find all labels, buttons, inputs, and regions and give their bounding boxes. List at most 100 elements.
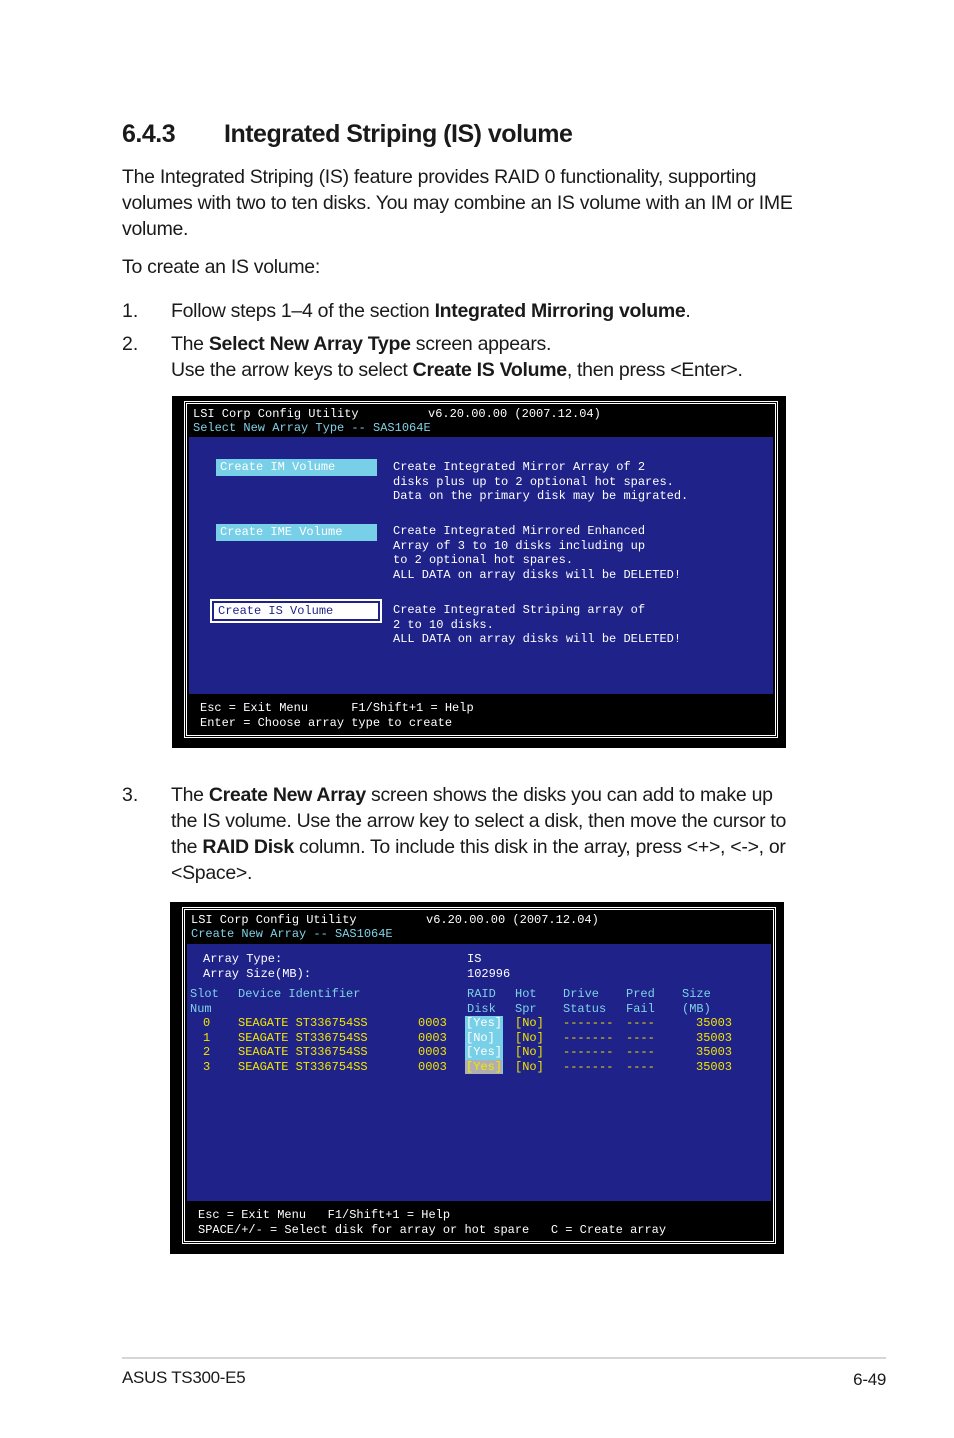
help-line-1: Esc = Exit Menu F1/Shift+1 = Help [198,1208,451,1222]
slot-num: 2 [203,1045,211,1059]
device-identifier: SEAGATE ST336754SS [238,1059,368,1074]
drive-status: ------- [563,1045,614,1059]
col-raid-1: RAID [467,987,496,1001]
col-drive-1: Drive [563,987,600,1001]
footer-page-number: 6-49 [853,1370,886,1389]
slot-num: 0 [203,1016,211,1030]
step-3-line-2: the IS volume. Use the arrow key to sele… [171,810,787,832]
footer-rule [122,1357,886,1359]
col-size-2: (MB) [682,1001,711,1016]
array-type-value: IS [467,952,482,966]
hot-spare-toggle[interactable]: [No] [515,1031,544,1046]
step-3-number: 3. [122,784,139,806]
step-2-l1-pre: The [171,333,209,355]
slot-num: 3 [203,1059,211,1074]
device-revision: 0003 [418,1030,447,1045]
col-pred-2: Fail [626,1001,655,1016]
drive-status: ------- [563,1059,614,1074]
device-identifier: SEAGATE ST336754SS [238,1045,368,1059]
device-identifier: SEAGATE ST336754SS [238,1016,368,1030]
help-line-2: SPACE/+/- = Select disk for array or hot… [198,1222,667,1237]
intro-lead: To create an IS volume: [122,256,320,278]
col-device: Device Identifier [238,987,361,1001]
step-3-l1-post: screen shows the disks you can add to ma… [365,784,773,806]
col-slot-1: Slot [190,987,219,1001]
step-3-l3-pre: the [171,836,203,858]
help-line-1: Esc = Exit Menu F1/Shift+1 = Help [200,701,474,715]
device-revision: 0003 [418,1016,447,1030]
step-2-line-1: The Select New Array Type screen appears… [171,331,551,357]
section-number: 6.4.3 [122,120,176,148]
drive-status: ------- [563,1016,614,1030]
screenshot-create-new-array: LSI Corp Config Utility v6.20.00.00 (200… [170,902,784,1254]
pred-fail: ---- [626,1059,655,1074]
im-desc-1: Create Integrated Mirror Array of 2 [393,460,646,474]
app-version: v6.20.00.00 (2007.12.04) [426,913,599,927]
hot-spare-toggle[interactable]: [No] [515,1045,544,1060]
is-desc-1: Create Integrated Striping array of [393,603,646,617]
step-3-line-3: the RAID Disk column. To include this di… [171,834,786,860]
device-identifier: SEAGATE ST336754SS [238,1030,368,1045]
col-hot-2: Spr [515,1001,537,1016]
create-im-volume-option[interactable]: Create IM Volume [216,459,377,476]
step-2-line-2: Use the arrow keys to select Create IS V… [171,357,743,383]
size-mb: 35003 [696,1059,733,1074]
create-ime-volume-option[interactable]: Create IME Volume [216,524,377,541]
ime-desc-3: to 2 optional hot spares. [393,553,574,567]
drive-status: ------- [563,1030,614,1045]
section-title: Integrated Striping (IS) volume [224,120,573,148]
step-2-l2-pre: Use the arrow keys to select [171,359,413,381]
step-2-l2-bold: Create IS Volume [412,359,567,381]
col-size-1: Size [682,987,711,1001]
raid-disk-toggle[interactable]: [Yes] [465,1045,502,1060]
intro-line-2: volumes with two to ten disks. You may c… [122,192,793,214]
step-2-l2-post: , then press <Enter>. [566,359,743,381]
screen-subtitle: Create New Array -- SAS1064E [191,927,393,941]
screen-subtitle: Select New Array Type -- SAS1064E [193,421,431,435]
ime-desc-4: ALL DATA on array disks will be DELETED! [393,567,682,582]
slot-num: 1 [203,1030,211,1045]
device-revision: 0003 [418,1045,447,1059]
step-1-pre: Follow steps 1–4 of the section [171,300,435,322]
step-3-line-4: <Space>. [171,862,253,884]
size-mb: 35003 [696,1016,733,1030]
im-desc-2: disks plus up to 2 optional hot spares. [393,474,674,489]
step-3-l1-bold: Create New Array [208,784,366,806]
app-title: LSI Corp Config Utility [193,407,359,421]
screenshot-select-array-type: LSI Corp Config Utility v6.20.00.00 (200… [172,396,786,748]
array-type-label: Array Type: [203,952,283,966]
hot-spare-toggle[interactable]: [No] [515,1016,544,1031]
ime-desc-1: Create Integrated Mirrored Enhanced [393,524,646,538]
col-drive-2: Status [563,1001,607,1016]
is-desc-3: ALL DATA on array disks will be DELETED! [393,632,682,646]
col-hot-1: Hot [515,987,537,1001]
is-desc-2: 2 to 10 disks. [393,617,494,632]
step-2-number: 2. [122,333,139,355]
footer-product: ASUS TS300-E5 [122,1368,246,1387]
raid-disk-toggle[interactable]: [No] [465,1030,502,1045]
step-3-l1-pre: The [171,784,209,806]
col-pred-1: Pred [626,987,655,1001]
create-is-volume-option[interactable]: Create IS Volume [210,599,382,623]
intro-line-1: The Integrated Striping (IS) feature pro… [122,166,757,188]
pred-fail: ---- [626,1030,655,1045]
pred-fail: ---- [626,1016,655,1030]
size-mb: 35003 [696,1045,733,1059]
size-mb: 35003 [696,1030,733,1045]
step-1-text: Follow steps 1–4 of the section Integrat… [171,298,691,324]
step-2-l1-post: screen appears. [410,333,552,355]
help-line-2: Enter = Choose array type to create [200,716,453,730]
device-revision: 0003 [418,1059,447,1074]
step-1-post: . [685,300,691,322]
pred-fail: ---- [626,1045,655,1059]
intro-line-3: volume. [122,218,189,240]
raid-disk-toggle[interactable]: [Yes] [465,1016,502,1031]
hot-spare-toggle[interactable]: [No] [515,1060,544,1075]
raid-disk-toggle[interactable]: [Yes] [465,1059,502,1074]
array-size-value: 102996 [467,966,511,981]
app-title: LSI Corp Config Utility [191,913,357,927]
step-2-l1-bold: Select New Array Type [208,333,411,355]
col-slot-2: Num [190,1001,212,1016]
col-raid-2: Disk [467,1001,496,1016]
im-desc-3: Data on the primary disk may be migrated… [393,489,689,503]
